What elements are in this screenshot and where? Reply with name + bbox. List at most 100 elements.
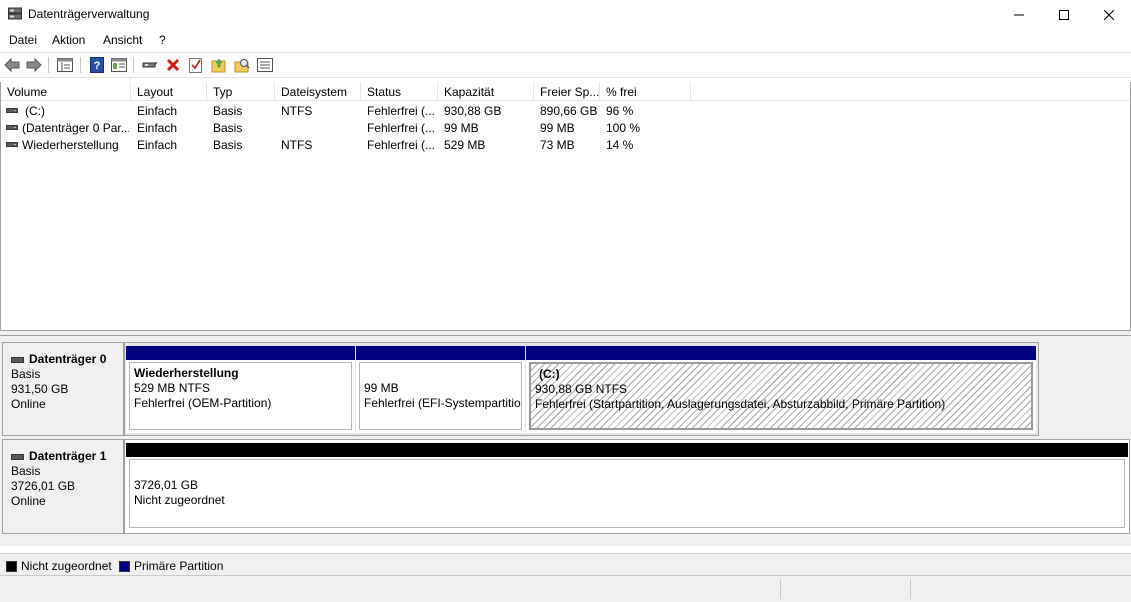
volume-icon	[6, 108, 18, 113]
menu-action[interactable]: Aktion	[52, 33, 85, 47]
disk-graphical-view: Datenträger 0 Basis 931,50 GB Online Wie…	[0, 336, 1131, 546]
hard-disk-icon	[11, 453, 24, 460]
cell-capacity: 529 MB	[444, 138, 486, 152]
cell-layout: Einfach	[137, 121, 178, 135]
disk-info-0[interactable]: Datenträger 0 Basis 931,50 GB Online	[2, 342, 124, 436]
legend-unallocated: Nicht zugeordnet	[6, 559, 112, 573]
properties-icon	[111, 58, 127, 72]
connect-button[interactable]	[141, 56, 159, 74]
partition-unallocated[interactable]: 3726,01 GB Nicht zugeordnet	[126, 443, 1128, 531]
menu-help[interactable]: ?	[159, 33, 166, 47]
folder-search-button[interactable]	[233, 56, 251, 74]
cell-status: Fehlerfrei (...	[367, 121, 436, 135]
partition-type-bar	[356, 346, 525, 360]
menu-file[interactable]: Datei	[9, 33, 37, 47]
partition-name	[134, 463, 1120, 478]
disk-title: Datenträger 0	[11, 352, 115, 367]
help-icon: ?	[90, 57, 104, 73]
cell-capacity: 930,88 GB	[444, 104, 502, 118]
properties-button[interactable]	[110, 56, 128, 74]
cell-layout: Einfach	[137, 104, 178, 118]
cell-volume: (C:)	[25, 104, 45, 118]
back-button[interactable]	[3, 56, 21, 74]
minimize-button[interactable]	[996, 0, 1042, 30]
delete-button[interactable]	[164, 56, 182, 74]
menu-view[interactable]: Ansicht	[103, 33, 142, 47]
disk-size: 3726,01 GB	[11, 479, 76, 493]
column-header-percent-free[interactable]: % frei	[600, 82, 691, 101]
cell-layout: Einfach	[137, 138, 178, 152]
partition-type-bar	[126, 346, 355, 360]
legend-swatch-primary	[119, 560, 130, 572]
toolbar-separator	[48, 57, 49, 73]
cell-free-space: 73 MB	[540, 138, 575, 152]
partition-efi[interactable]: 99 MB Fehlerfrei (EFI-Systempartition)	[356, 346, 525, 433]
folder-up-button[interactable]	[210, 56, 228, 74]
toolbar: ?	[0, 52, 1131, 78]
disk-size: 931,50 GB	[11, 382, 69, 396]
column-header-status[interactable]: Status	[361, 82, 438, 101]
cell-type: Basis	[213, 138, 243, 152]
maximize-icon	[1059, 10, 1069, 20]
console-tree-icon	[57, 58, 73, 72]
partition-body: 99 MB Fehlerfrei (EFI-Systempartition)	[359, 362, 522, 430]
hard-disk-icon	[11, 356, 24, 363]
cell-filesystem: NTFS	[281, 138, 313, 152]
cell-free-space: 99 MB	[540, 121, 575, 135]
title-bar: Datenträgerverwaltung	[0, 0, 1131, 30]
partition-status: Nicht zugeordnet	[134, 493, 225, 507]
forward-button[interactable]	[25, 56, 43, 74]
column-header-type[interactable]: Typ	[207, 82, 275, 101]
column-header-capacity[interactable]: Kapazität	[438, 82, 534, 101]
table-row[interactable]: (C:) Einfach Basis NTFS Fehlerfrei (... …	[1, 102, 1130, 119]
svg-text:?: ?	[94, 60, 101, 72]
column-header-free-space[interactable]: Freier Sp...	[534, 82, 600, 101]
table-row[interactable]: (Datenträger 0 Par... Einfach Basis Fehl…	[1, 119, 1130, 136]
maximize-button[interactable]	[1041, 0, 1087, 30]
cell-percent-free: 96 %	[606, 104, 634, 118]
disk-partitions-area: 3726,01 GB Nicht zugeordnet	[124, 439, 1130, 534]
partition-name: Wiederherstellung	[134, 366, 239, 380]
partition-c[interactable]: (C:) 930,88 GB NTFS Fehlerfrei (Startpar…	[526, 346, 1036, 433]
cell-capacity: 99 MB	[444, 121, 479, 135]
disk-type: Basis	[11, 367, 41, 381]
disk-info-1[interactable]: Datenträger 1 Basis 3726,01 GB Online	[2, 439, 124, 534]
legend-label: Nicht zugeordnet	[21, 559, 112, 573]
list-header: Volume Layout Typ Dateisystem Status Kap…	[1, 82, 1130, 101]
partition-type-bar	[526, 346, 1036, 360]
column-header-layout[interactable]: Layout	[131, 82, 207, 101]
cell-filesystem: NTFS	[281, 104, 313, 118]
status-divider	[910, 579, 911, 599]
partition-status: Fehlerfrei (OEM-Partition)	[134, 396, 272, 410]
volume-list[interactable]: Volume Layout Typ Dateisystem Status Kap…	[0, 82, 1131, 332]
column-header-volume[interactable]: Volume	[1, 82, 131, 101]
cell-volume: Wiederherstellung	[22, 138, 119, 152]
partition-type-bar	[126, 443, 1128, 457]
partition-body: Wiederherstellung 529 MB NTFS Fehlerfrei…	[129, 362, 352, 430]
minimize-icon	[1014, 14, 1024, 16]
disk-name: Datenträger 1	[29, 449, 107, 463]
status-bar	[0, 575, 1131, 602]
menu-bar: Datei Aktion Ansicht ?	[0, 30, 1131, 50]
partition-name: (C:)	[539, 367, 560, 381]
list-icon	[257, 58, 273, 72]
disk-management-app-icon	[8, 7, 22, 20]
help-button[interactable]: ?	[88, 56, 106, 74]
legend: Nicht zugeordnet Primäre Partition	[0, 553, 1131, 575]
disk-type: Basis	[11, 464, 41, 478]
forward-arrow-icon	[26, 58, 42, 72]
partition-size: 99 MB	[364, 381, 399, 395]
column-header-filesystem[interactable]: Dateisystem	[275, 82, 361, 101]
check-button[interactable]	[187, 56, 205, 74]
close-icon	[1104, 10, 1114, 20]
table-row[interactable]: Wiederherstellung Einfach Basis NTFS Feh…	[1, 136, 1130, 153]
volume-icon	[6, 125, 18, 130]
partition-recovery[interactable]: Wiederherstellung 529 MB NTFS Fehlerfrei…	[126, 346, 355, 433]
disk-name: Datenträger 0	[29, 352, 107, 366]
list-button[interactable]	[256, 56, 274, 74]
disk-partitions-area: Wiederherstellung 529 MB NTFS Fehlerfrei…	[124, 342, 1039, 436]
cell-status: Fehlerfrei (...	[367, 104, 436, 118]
close-button[interactable]	[1086, 0, 1131, 30]
console-tree-button[interactable]	[56, 56, 74, 74]
delete-icon	[166, 58, 180, 72]
